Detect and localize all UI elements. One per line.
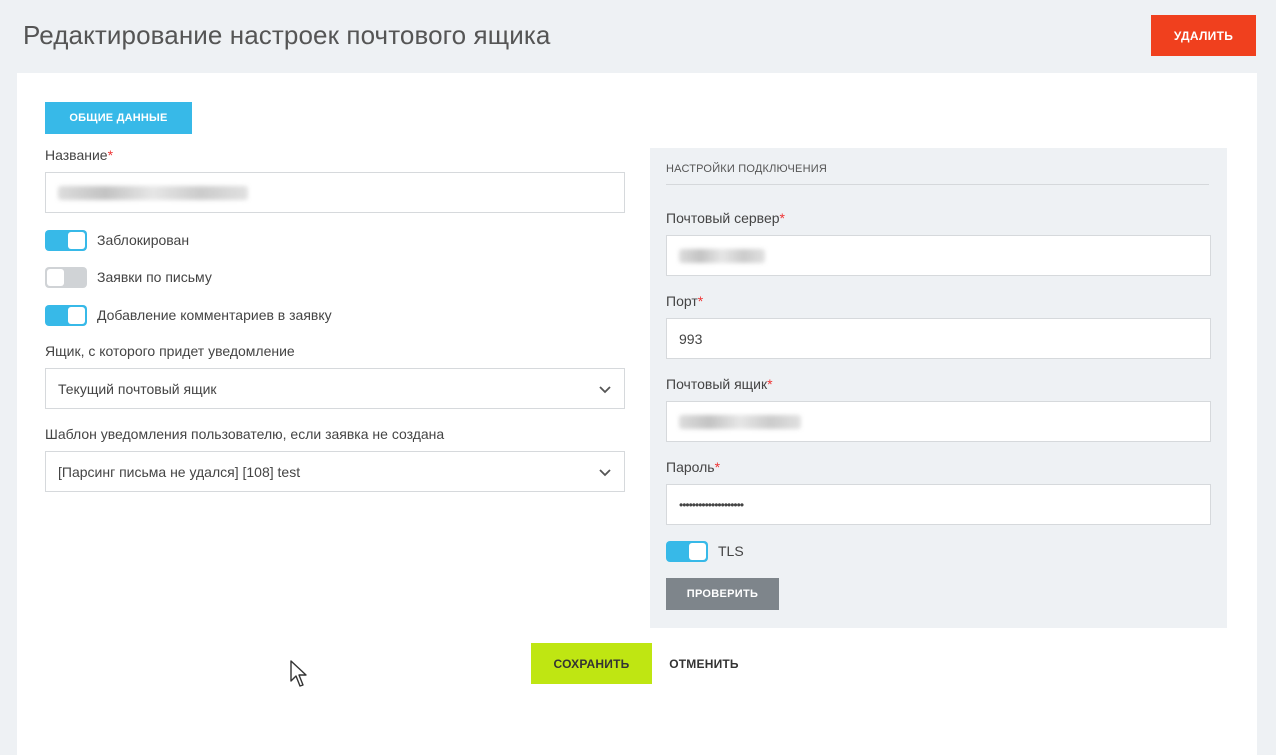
mouse-cursor-icon xyxy=(290,660,307,687)
mailbox-input[interactable] xyxy=(666,401,1211,442)
settings-card: ОБЩИЕ ДАННЫЕ Название* Заблокирован Заяв… xyxy=(17,73,1257,755)
template-label: Шаблон уведомления пользователю, если за… xyxy=(45,426,445,442)
tls-toggle[interactable] xyxy=(666,541,708,562)
add-comments-toggle-label: Добавление комментариев в заявку xyxy=(97,307,332,323)
password-label: Пароль* xyxy=(666,459,721,475)
name-input[interactable] xyxy=(45,172,625,213)
add-comments-toggle[interactable] xyxy=(45,305,87,326)
cancel-button[interactable]: ОТМЕНИТЬ xyxy=(660,643,748,684)
password-input[interactable]: •••••••••••••••••••• xyxy=(666,484,1211,525)
notify-box-label: Ящик, с которого придет уведомление xyxy=(45,343,295,359)
requests-by-email-toggle-label: Заявки по письму xyxy=(97,269,212,285)
redacted-value xyxy=(679,248,765,263)
port-label: Порт* xyxy=(666,293,704,309)
delete-button[interactable]: УДАЛИТЬ xyxy=(1151,15,1256,56)
divider xyxy=(666,184,1209,185)
tab-general-data[interactable]: ОБЩИЕ ДАННЫЕ xyxy=(45,102,192,134)
redacted-value xyxy=(679,414,801,429)
check-connection-button[interactable]: ПРОВЕРИТЬ xyxy=(666,578,779,610)
name-label: Название* xyxy=(45,147,114,163)
port-input[interactable]: 993 xyxy=(666,318,1211,359)
save-button[interactable]: СОХРАНИТЬ xyxy=(531,643,652,684)
blocked-toggle-label: Заблокирован xyxy=(97,232,190,248)
chevron-down-icon xyxy=(599,468,611,476)
requests-by-email-toggle[interactable] xyxy=(45,267,87,288)
mailbox-label: Почтовый ящик* xyxy=(666,376,773,392)
mail-server-label: Почтовый сервер* xyxy=(666,210,785,226)
redacted-value xyxy=(58,185,248,200)
tls-toggle-label: TLS xyxy=(718,543,744,559)
notify-box-select[interactable]: Текущий почтовый ящик xyxy=(45,368,625,409)
chevron-down-icon xyxy=(599,385,611,393)
connection-settings-title: НАСТРОЙКИ ПОДКЛЮЧЕНИЯ xyxy=(666,163,827,175)
page-title: Редактирование настроек почтового ящика xyxy=(23,20,551,50)
mail-server-input[interactable] xyxy=(666,235,1211,276)
connection-settings-panel: НАСТРОЙКИ ПОДКЛЮЧЕНИЯ Почтовый сервер* П… xyxy=(650,148,1227,628)
template-select[interactable]: [Парсинг письма не удался] [108] test xyxy=(45,451,625,492)
blocked-toggle[interactable] xyxy=(45,230,87,251)
